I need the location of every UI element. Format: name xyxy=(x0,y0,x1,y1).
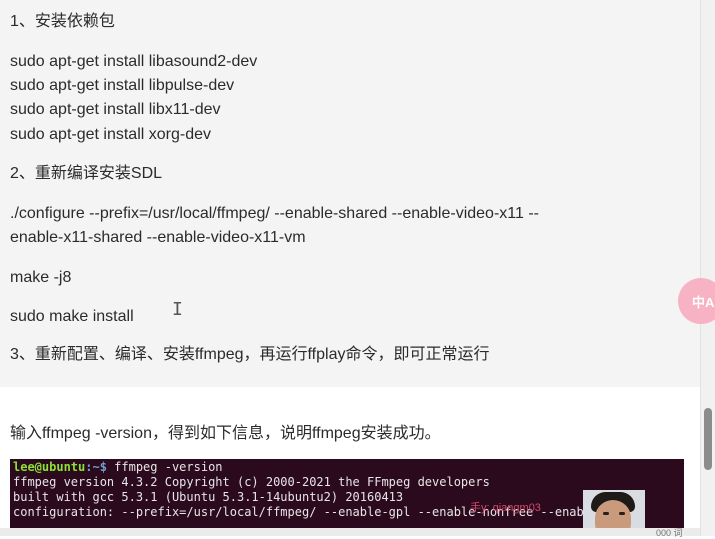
prompt-user: lee@ubuntu xyxy=(13,460,86,474)
configure-line-1: ./configure --prefix=/usr/local/ffmpeg/ … xyxy=(10,205,539,222)
terminal-prompt-line: lee@ubuntu:~$ ffmpeg -version xyxy=(13,460,223,475)
configure-line-2: enable-x11-shared --enable-video-x11-vm xyxy=(10,229,306,246)
prompt-path: :~$ xyxy=(85,460,107,474)
terminal-line: built with gcc 5.3.1 (Ubuntu 5.3.1-14ubu… xyxy=(13,490,404,504)
watermark-text: 手y: qiangm03 xyxy=(470,502,541,514)
i-beam-cursor-icon: I xyxy=(172,299,183,320)
command-xorg: sudo apt-get install xorg-dev xyxy=(10,126,211,143)
step3-heading: 3、重新配置、编译、安装ffmpeg，再运行ffplay命令，即可正常运行 xyxy=(10,346,490,363)
terminal-line: ffmpeg version 4.3.2 Copyright (c) 2000-… xyxy=(13,475,490,489)
scrollbar-thumb[interactable] xyxy=(704,408,712,470)
verify-text: 输入ffmpeg -version，得到如下信息，说明ffmpeg安装成功。 xyxy=(10,425,441,442)
command-libpulse: sudo apt-get install libpulse-dev xyxy=(10,77,235,94)
make-command: make -j8 xyxy=(10,269,72,286)
command-libx11: sudo apt-get install libx11-dev xyxy=(10,101,221,118)
section-gap xyxy=(0,387,700,405)
vertical-scrollbar[interactable] xyxy=(700,0,715,536)
step2-heading: 2、重新编译安装SDL xyxy=(10,165,163,182)
bottom-strip xyxy=(0,528,700,536)
article-content: 1、安装依赖包 sudo apt-get install libasound2-… xyxy=(0,0,700,538)
bottom-count: 000 词 xyxy=(656,528,683,538)
install-command: sudo make install xyxy=(10,308,134,325)
command-libasound: sudo apt-get install libasound2-dev xyxy=(10,53,258,70)
step1-heading: 1、安装依赖包 xyxy=(10,13,115,30)
prompt-command: ffmpeg -version xyxy=(106,460,223,474)
